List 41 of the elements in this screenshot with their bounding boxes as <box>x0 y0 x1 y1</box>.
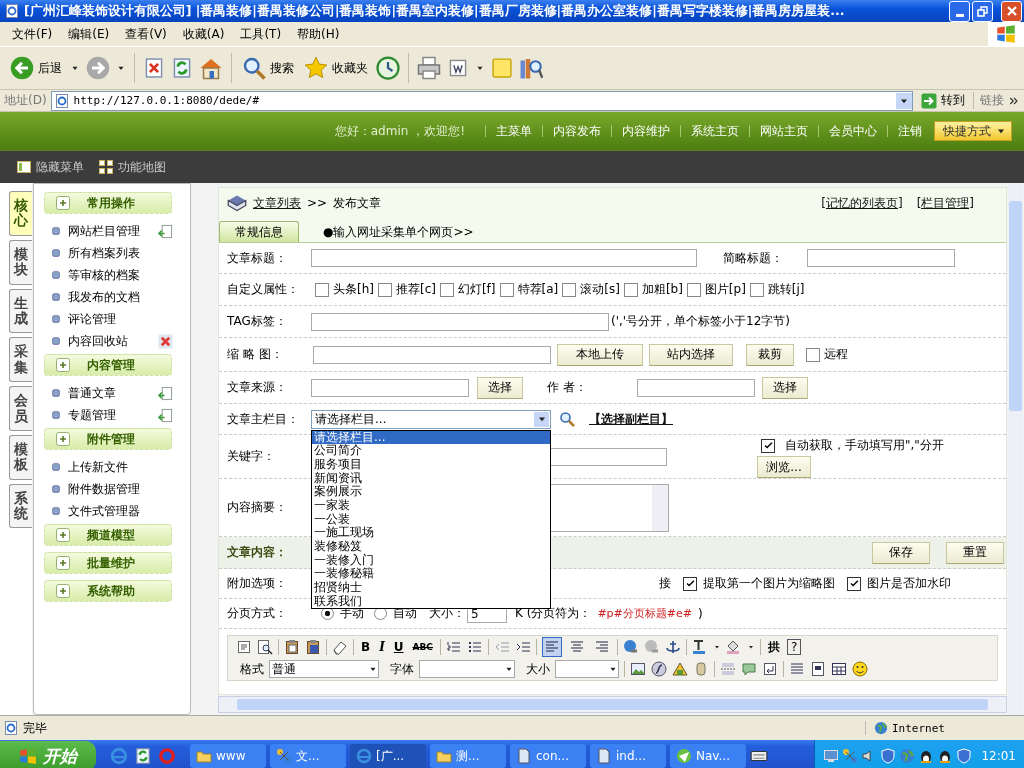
checkbox-label: 图片[p] <box>704 281 746 298</box>
field-label: 缩 略 图： <box>226 346 284 363</box>
field-label: 文章标题： <box>226 249 288 267</box>
radio-label: 自动 <box>393 605 417 622</box>
checkbox-label: 加粗[b] <box>641 281 683 298</box>
field-label: TAG标签： <box>226 313 288 330</box>
field-label: 分页方式： <box>226 605 288 622</box>
field-label: 自定义属性： <box>226 281 300 298</box>
field-label: 作 者： <box>547 379 588 396</box>
breadcrumb-separator: >> <box>307 196 328 210</box>
option-label: 接 <box>659 575 671 592</box>
hint-text: (','号分开，单个标签小于12字节) <box>611 313 791 330</box>
checkbox-label: 滚动[s] <box>580 281 620 298</box>
checkbox-label: 幻灯[f] <box>457 281 496 298</box>
checkbox-label: 特荐[a] <box>517 281 559 298</box>
section-title: 文章内容： <box>226 544 288 561</box>
checkbox-label: 图片是否加水印 <box>867 575 951 592</box>
hint-text: ) <box>698 606 703 621</box>
zone-indicator: Internet <box>865 721 1024 735</box>
breadcrumb-current: 发布文章 <box>333 194 382 212</box>
status-text: 完毕 <box>23 719 47 737</box>
field-label: 文章来源： <box>226 379 288 396</box>
field-label: 关键字： <box>226 448 276 465</box>
field-label: 简略标题： <box>723 249 784 267</box>
checkbox-label: 远程 <box>824 346 848 363</box>
address-label: 地址(D) <box>4 92 47 109</box>
field-label: 文章主栏目： <box>226 410 300 428</box>
window-title: [广州汇峰装饰设计有限公司] |番禺装修|番禺装修公司|番禺装饰|番禺室内装修|番禺厂房装修|番禺办公室装修|番禺写字楼装修|番禺房房屋装... <box>24 2 846 20</box>
checkbox-label: 头条[h] <box>333 281 374 298</box>
size-label: 大小 <box>526 660 550 678</box>
font-label: 字体 <box>390 660 414 678</box>
checkbox-label: 推荐[c] <box>395 281 436 298</box>
checkbox-label: 提取第一个图片为缩略图 <box>703 575 835 592</box>
field-label: 内容摘要： <box>226 499 288 516</box>
clock: 12:01 <box>981 749 1016 763</box>
greeting-text: 您好：admin ，欢迎您! <box>334 122 465 140</box>
checkbox-label: 跳转[j] <box>767 281 805 298</box>
format-label: 格式 <box>240 660 264 678</box>
checkbox-label: 自动获取，手动填写用","分开 <box>785 437 944 454</box>
field-label: 附加选项： <box>226 575 288 592</box>
page-break-code: #p#分页标题#e# <box>597 606 692 621</box>
